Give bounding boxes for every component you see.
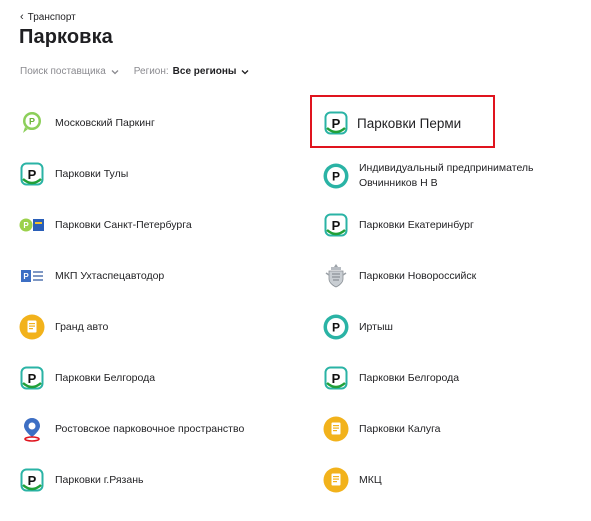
coat-of-arms-logo-icon: [323, 263, 349, 289]
provider-name: Парковки Белгорода: [359, 371, 460, 384]
provider-item[interactable]: P МКП Ухтаспецавтодор: [19, 263, 289, 289]
provider-item[interactable]: Ростовское парковочное пространство: [19, 416, 289, 442]
region-value: Все регионы: [172, 66, 237, 77]
provider-item[interactable]: Парковки Калуга: [323, 416, 563, 442]
supplier-search-dropdown[interactable]: Поиск поставщика: [20, 66, 120, 77]
document-icon: [323, 416, 349, 442]
breadcrumb-back-link[interactable]: ‹ Транспорт: [20, 10, 76, 23]
supplier-search-label: Поиск поставщика: [20, 66, 106, 77]
provider-name: Парковки Екатеринбург: [359, 218, 474, 231]
provider-name: МКЦ: [359, 473, 382, 486]
svg-text:P: P: [29, 117, 35, 127]
svg-text:P: P: [332, 218, 341, 233]
svg-text:P: P: [28, 473, 37, 488]
ukhta-logo-icon: P: [19, 263, 45, 289]
svg-text:P: P: [332, 116, 341, 131]
provider-name: Гранд авто: [55, 320, 109, 333]
provider-name: Парковки Санкт-Петербурга: [55, 218, 192, 231]
provider-item[interactable]: МКЦ: [323, 467, 563, 493]
provider-item[interactable]: P Парковки Тулы: [19, 161, 289, 187]
provider-name: Парковки Перми: [357, 115, 462, 131]
svg-text:P: P: [332, 371, 341, 386]
parking-p-icon: P: [19, 467, 45, 493]
provider-item[interactable]: P Московский Паркинг: [19, 110, 289, 136]
provider-name: МКП Ухтаспецавтодор: [55, 269, 165, 282]
region-dropdown[interactable]: Регион: Все регионы: [134, 66, 251, 77]
provider-name: Парковки г.Рязань: [55, 473, 144, 486]
provider-item[interactable]: Парковки Новороссийск: [323, 263, 563, 289]
parking-p-round-icon: P: [323, 314, 349, 340]
provider-name: Индивидуальный предприниматель Овчиннико…: [359, 161, 534, 191]
parking-p-icon: P: [323, 365, 349, 391]
provider-name: Ростовское парковочное пространство: [55, 422, 245, 435]
svg-text:P: P: [332, 170, 340, 184]
document-icon: [19, 314, 45, 340]
document-icon: [323, 467, 349, 493]
map-pin-logo-icon: [19, 416, 45, 442]
parking-p-icon: P: [19, 365, 45, 391]
provider-name: Парковки Новороссийск: [359, 269, 477, 282]
svg-text:P: P: [28, 167, 37, 182]
provider-item[interactable]: P Парковки Белгорода: [19, 365, 289, 391]
svg-text:P: P: [28, 371, 37, 386]
page-title: Парковка: [19, 26, 113, 48]
provider-item[interactable]: P Парковки Санкт-Петербурга: [19, 212, 289, 238]
chevron-left-icon: ‹: [20, 10, 24, 23]
svg-text:P: P: [23, 221, 29, 230]
provider-name-line2: Овчинников Н В: [359, 177, 438, 189]
provider-item[interactable]: P Иртыш: [323, 314, 563, 340]
filters-bar: Поиск поставщика Регион: Все регионы: [20, 66, 250, 77]
provider-name: Парковки Тулы: [55, 167, 129, 180]
moscow-parking-logo-icon: P: [19, 110, 45, 136]
provider-item[interactable]: P Индивидуальный предприниматель Овчинни…: [323, 161, 563, 191]
provider-item[interactable]: P Парковки г.Рязань: [19, 467, 289, 493]
breadcrumb-label: Транспорт: [27, 12, 76, 23]
provider-item-selected[interactable]: P Парковки Перми: [323, 110, 563, 136]
provider-name: Иртыш: [359, 320, 393, 333]
provider-item[interactable]: Гранд авто: [19, 314, 289, 340]
provider-item[interactable]: P Парковки Белгорода: [323, 365, 563, 391]
spb-parking-logo-icon: P: [19, 212, 45, 238]
chevron-down-icon: [242, 69, 249, 74]
parking-p-icon: P: [323, 110, 349, 136]
svg-text:P: P: [332, 321, 340, 335]
provider-name: Парковки Калуга: [359, 422, 441, 435]
provider-name: Парковки Белгорода: [55, 371, 156, 384]
svg-text:P: P: [23, 272, 29, 281]
parking-p-icon: P: [19, 161, 45, 187]
provider-name-line1: Индивидуальный предприниматель: [359, 162, 534, 174]
parking-p-round-icon: P: [323, 163, 349, 189]
provider-item[interactable]: P Парковки Екатеринбург: [323, 212, 563, 238]
chevron-down-icon: [111, 69, 119, 74]
region-label: Регион:: [133, 66, 169, 77]
parking-p-icon: P: [323, 212, 349, 238]
provider-name: Московский Паркинг: [55, 116, 155, 129]
